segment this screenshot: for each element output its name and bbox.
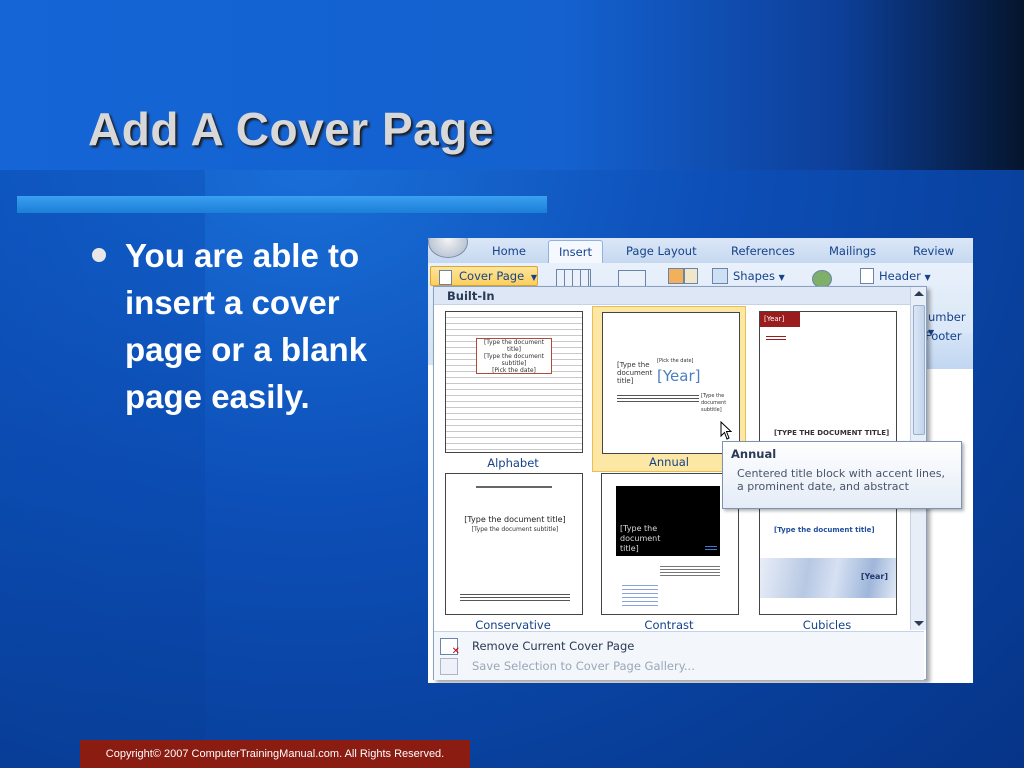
tab-review[interactable]: Review [913, 244, 954, 258]
gallery-item-label: Conservative [475, 618, 551, 632]
third-title: [TYPE THE DOCUMENT TITLE] [774, 429, 890, 437]
gallery-section-header: Built-In [434, 287, 910, 305]
scroll-thumb[interactable] [913, 305, 925, 435]
cubicles-band: [Year] [760, 558, 896, 598]
alphabet-title: [Type the document title] [483, 339, 545, 353]
chevron-down-icon: ▼ [530, 273, 537, 282]
tab-insert[interactable]: Insert [548, 240, 603, 263]
conservative-subtitle: [Type the document subtitle] [471, 526, 559, 533]
menu-item-save-selection[interactable]: Save Selection to Cover Page Gallery... [434, 656, 910, 676]
chevron-down-icon: ▼ [778, 273, 785, 282]
clip-art-icon[interactable] [668, 268, 684, 284]
contrast-black-block: [Type the document title] [616, 486, 720, 556]
menu-item-remove-cover-page[interactable]: ✕ Remove Current Cover Page [434, 636, 910, 657]
gallery-item-label: Cubicles [802, 618, 852, 632]
gallery-item-conservative[interactable]: [Type the document title] [Type the docu… [436, 468, 590, 634]
footer-button-partial[interactable]: Footer [925, 329, 962, 343]
menu-item-label: Remove Current Cover Page [472, 639, 635, 653]
save-to-gallery-icon [440, 658, 458, 675]
alphabet-subtitle: [Type the document subtitle] [483, 353, 545, 367]
conservative-top-line [476, 486, 552, 488]
bullet-text: You are able to insert a cover page or a… [125, 237, 368, 415]
title-underline [17, 196, 547, 213]
alphabet-date: [Pick the date] [492, 367, 536, 374]
contrast-details [622, 582, 658, 606]
tab-mailings[interactable]: Mailings [829, 244, 876, 258]
mouse-pointer-icon [720, 421, 733, 440]
shapes-button[interactable]: Shapes ▼ [733, 269, 785, 283]
smartart-icon[interactable] [684, 268, 698, 284]
contrast-thumbnail: [Type the document title] [601, 473, 739, 615]
slide-title: Add A Cover Page [88, 103, 494, 155]
gallery-tooltip: Annual Centered title block with accent … [722, 441, 962, 509]
gallery-menu: ✕ Remove Current Cover Page Save Selecti… [434, 631, 924, 680]
page-number-label: umber [928, 310, 966, 324]
office-button-icon[interactable] [428, 238, 468, 258]
header-icon[interactable] [860, 268, 874, 284]
conservative-abstract [460, 592, 570, 602]
annual-subtitle: [Type the document subtitle] [701, 393, 727, 413]
contrast-accent [705, 544, 717, 552]
bullet-dot [92, 248, 106, 262]
conservative-title: [Type the document title] [464, 515, 566, 524]
tooltip-title: Annual [731, 447, 777, 461]
header-label: Header [879, 269, 921, 283]
alphabet-thumbnail: [Type the document title] [Type the docu… [445, 311, 583, 453]
contrast-title: [Type the document title] [620, 524, 661, 553]
third-year: [Year] [760, 312, 800, 327]
ribbon-tab-bar: Home Insert Page Layout References Maili… [428, 238, 973, 264]
tab-page-layout[interactable]: Page Layout [626, 244, 697, 258]
copyright-footer: Copyright© 2007 ComputerTrainingManual.c… [80, 740, 470, 768]
tab-home[interactable]: Home [492, 244, 526, 258]
third-accent-lines [766, 334, 786, 342]
gallery-item-label: Contrast [644, 618, 694, 632]
word-screenshot: Home Insert Page Layout References Maili… [428, 238, 973, 683]
cover-page-icon [439, 270, 452, 285]
tooltip-description: Centered title block with accent lines, … [737, 467, 946, 493]
shapes-icon[interactable] [712, 268, 728, 284]
scroll-up-icon[interactable] [914, 291, 924, 296]
annual-title: [Type the document title] [617, 361, 653, 385]
gallery-item-alphabet[interactable]: [Type the document title] [Type the docu… [436, 306, 590, 472]
cover-page-button[interactable]: Cover Page ▼ [430, 266, 538, 286]
scroll-down-icon[interactable] [914, 621, 924, 626]
third-thumbnail: [Year] [TYPE THE DOCUMENT TITLE] [759, 311, 897, 453]
chevron-down-icon: ▼ [924, 273, 931, 282]
shapes-label: Shapes [733, 269, 776, 283]
tab-references[interactable]: References [731, 244, 795, 258]
menu-item-label: Save Selection to Cover Page Gallery... [472, 659, 695, 673]
remove-page-icon: ✕ [440, 638, 460, 657]
annual-year: [Year] [657, 367, 701, 385]
conservative-thumbnail: [Type the document title] [Type the docu… [445, 473, 583, 615]
cubicles-title: [Type the document title] [774, 526, 875, 534]
header-button[interactable]: Header ▼ [879, 269, 931, 283]
annual-abstract [617, 393, 699, 403]
cover-page-label: Cover Page [459, 269, 525, 283]
cubicles-year: [Year] [860, 572, 888, 581]
contrast-abstract [660, 564, 720, 578]
annual-date: [Pick the date] [657, 358, 694, 364]
